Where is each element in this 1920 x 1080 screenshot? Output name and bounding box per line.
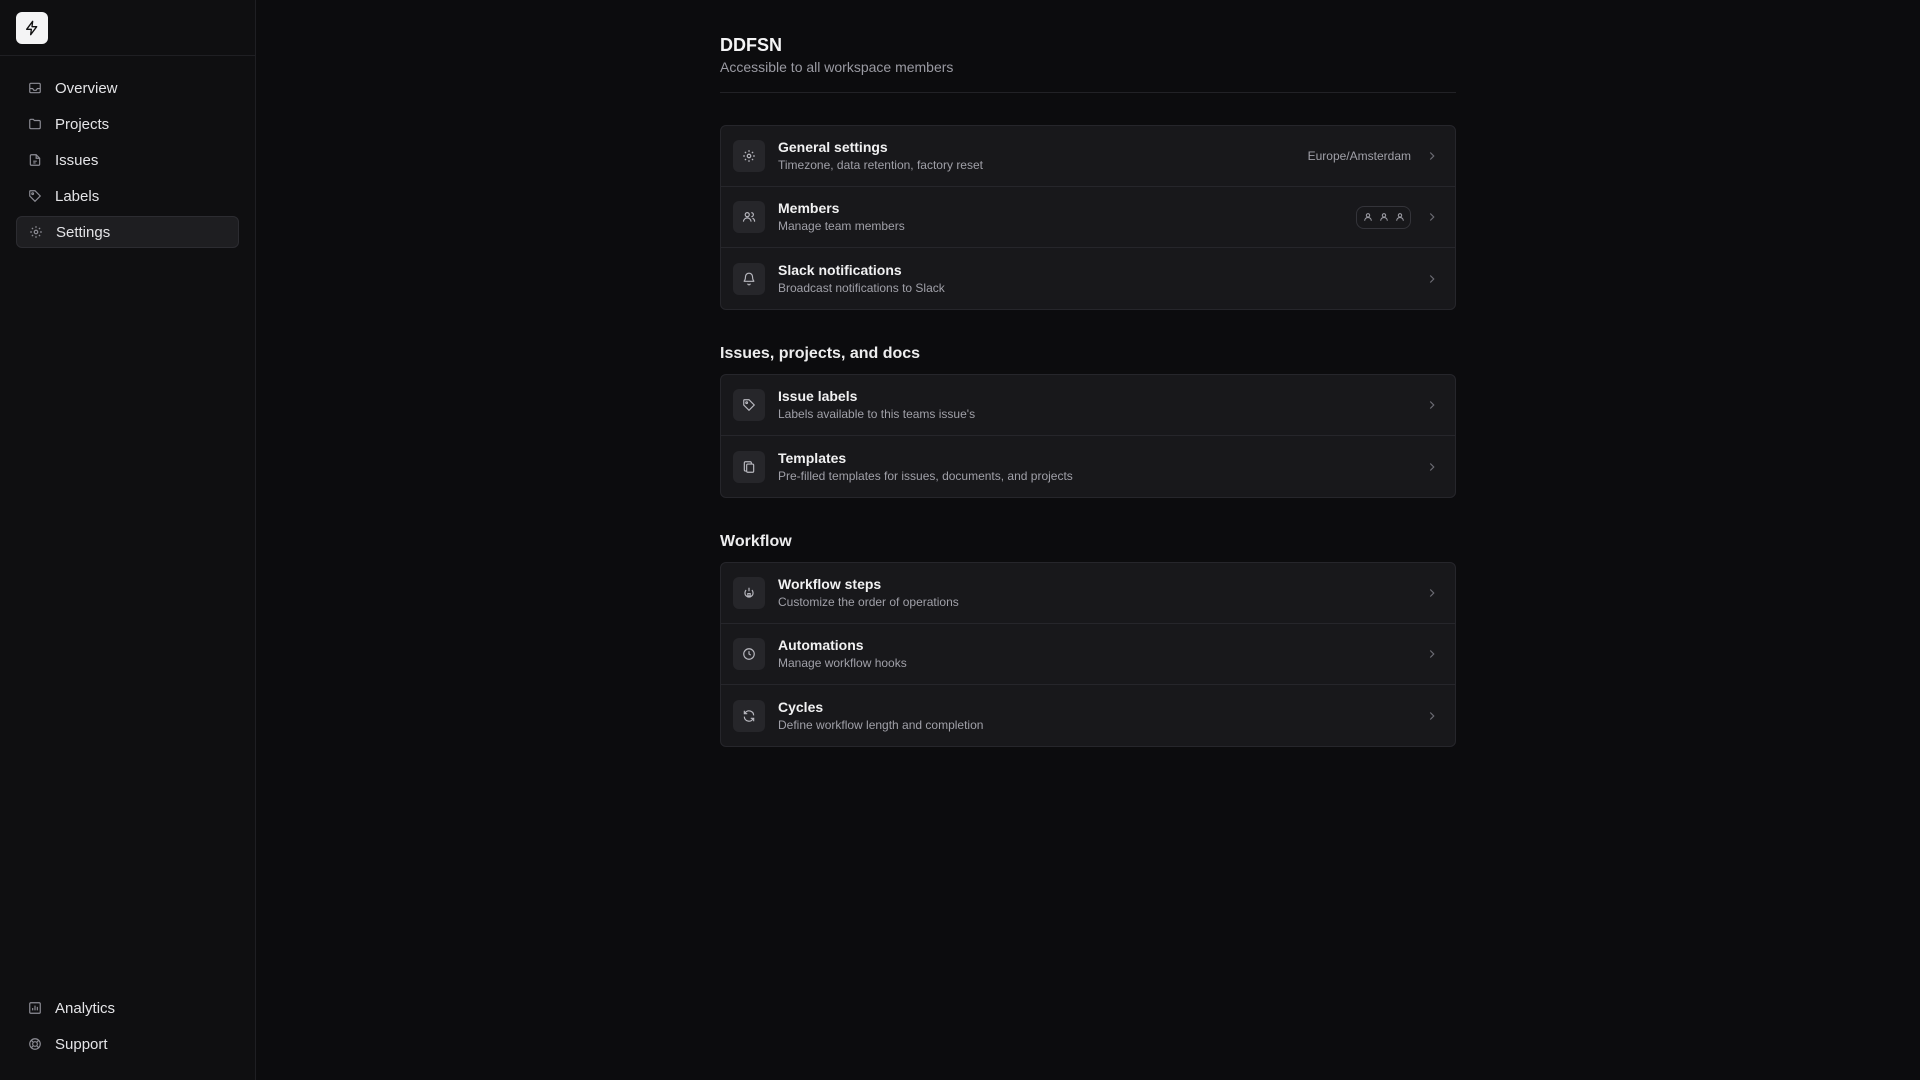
sidebar-item-projects[interactable]: Projects <box>16 108 239 140</box>
sidebar-item-issues[interactable]: Issues <box>16 144 239 176</box>
row-title: Issue labels <box>778 388 858 404</box>
issue-labels-row[interactable]: Issue labels Labels available to this te… <box>721 375 1455 436</box>
chevron-right-icon <box>1425 149 1439 163</box>
chart-icon <box>28 1001 42 1015</box>
sidebar-item-support[interactable]: Support <box>16 1028 239 1060</box>
file-icon <box>28 153 42 167</box>
tag-icon <box>733 389 765 421</box>
gear-icon <box>733 140 765 172</box>
page-subtitle: Accessible to all workspace members <box>720 59 954 75</box>
row-title: Workflow steps <box>778 576 882 592</box>
sidebar-item-label: Issues <box>55 151 99 169</box>
sidebar: Overview Projects Issues Labels Settings <box>0 0 256 1080</box>
refresh-icon <box>733 699 765 732</box>
sidebar-item-label: Overview <box>55 79 118 97</box>
row-title: Automations <box>778 637 864 653</box>
sidebar-item-label: Analytics <box>55 999 116 1017</box>
issues-card: Issue labels Labels available to this te… <box>720 374 1456 498</box>
workflow-steps-row[interactable]: Workflow steps Customize the order of op… <box>721 563 1455 624</box>
chevron-right-icon <box>1425 210 1439 224</box>
app-root: Overview Projects Issues Labels Settings <box>0 0 1920 1080</box>
general-settings-card: General settings Timezone, data retentio… <box>720 125 1456 310</box>
general-settings-row[interactable]: General settings Timezone, data retentio… <box>721 126 1455 187</box>
page-title: DDFSN <box>720 35 782 55</box>
gear-icon <box>29 225 43 239</box>
member-avatars <box>1356 205 1411 229</box>
page-header: DDFSN Accessible to all workspace member… <box>720 0 1456 93</box>
clock-icon <box>733 638 765 670</box>
folder-icon <box>28 117 42 131</box>
row-description: Broadcast notifications to Slack <box>778 280 945 295</box>
row-title: Templates <box>778 449 847 466</box>
settings-content: DDFSN Accessible to all workspace member… <box>720 0 1456 747</box>
user-icon <box>1377 210 1390 225</box>
row-title: General settings <box>778 139 888 155</box>
sidebar-item-label: Labels <box>55 187 100 205</box>
members-row[interactable]: Members Manage team members <box>721 187 1455 248</box>
tag-icon <box>28 189 42 203</box>
sidebar-item-settings[interactable]: Settings <box>16 216 239 248</box>
sidebar-item-labels[interactable]: Labels <box>16 180 239 212</box>
logo-area <box>0 0 255 56</box>
sidebar-item-overview[interactable]: Overview <box>16 72 239 104</box>
chevron-right-icon <box>1425 272 1439 286</box>
main-area: DDFSN Accessible to all workspace member… <box>256 0 1920 1080</box>
templates-row[interactable]: Templates Pre-filled templates for issue… <box>721 436 1455 497</box>
users-icon <box>733 201 765 233</box>
user-icon <box>1361 210 1374 225</box>
bell-icon <box>733 262 765 295</box>
row-description: Manage workflow hooks <box>778 656 907 670</box>
slack-notifications-row[interactable]: Slack notifications Broadcast notificati… <box>721 248 1455 309</box>
row-title: Slack notifications <box>778 261 902 278</box>
cycles-row[interactable]: Cycles Define workflow length and comple… <box>721 685 1455 746</box>
sidebar-item-analytics[interactable]: Analytics <box>16 992 239 1024</box>
chevron-right-icon <box>1425 586 1439 600</box>
user-icon <box>1393 210 1406 225</box>
sidebar-item-label: Projects <box>55 115 110 133</box>
row-description: Timezone, data retention, factory reset <box>778 158 983 172</box>
row-description: Define workflow length and completion <box>778 717 984 732</box>
chevron-right-icon <box>1425 398 1439 412</box>
timezone-value: Europe/Amsterdam <box>1307 149 1411 163</box>
section-title-issues: Issues, projects, and docs <box>720 345 921 362</box>
lifebuoy-icon <box>28 1037 42 1051</box>
copy-icon <box>733 450 765 483</box>
automations-row[interactable]: Automations Manage workflow hooks <box>721 624 1455 685</box>
steps-icon <box>733 577 765 609</box>
row-description: Manage team members <box>778 219 905 233</box>
row-description: Customize the order of operations <box>778 595 959 609</box>
bolt-icon[interactable] <box>16 11 48 44</box>
chevron-right-icon <box>1425 709 1439 723</box>
sidebar-item-label: Support <box>55 1035 108 1053</box>
sidebar-item-label: Settings <box>56 223 111 241</box>
sidebar-nav: Overview Projects Issues Labels Settings <box>0 56 255 248</box>
section-title-workflow: Workflow <box>720 533 792 550</box>
row-description: Pre-filled templates for issues, documen… <box>778 468 1073 483</box>
sidebar-bottom-nav: Analytics Support <box>16 992 239 1064</box>
row-title: Cycles <box>778 698 824 715</box>
row-description: Labels available to this teams issue's <box>778 407 976 421</box>
workflow-card: Workflow steps Customize the order of op… <box>720 562 1456 747</box>
row-title: Members <box>778 200 840 216</box>
chevron-right-icon <box>1425 647 1439 661</box>
chevron-right-icon <box>1425 460 1439 474</box>
inbox-icon <box>28 81 42 95</box>
